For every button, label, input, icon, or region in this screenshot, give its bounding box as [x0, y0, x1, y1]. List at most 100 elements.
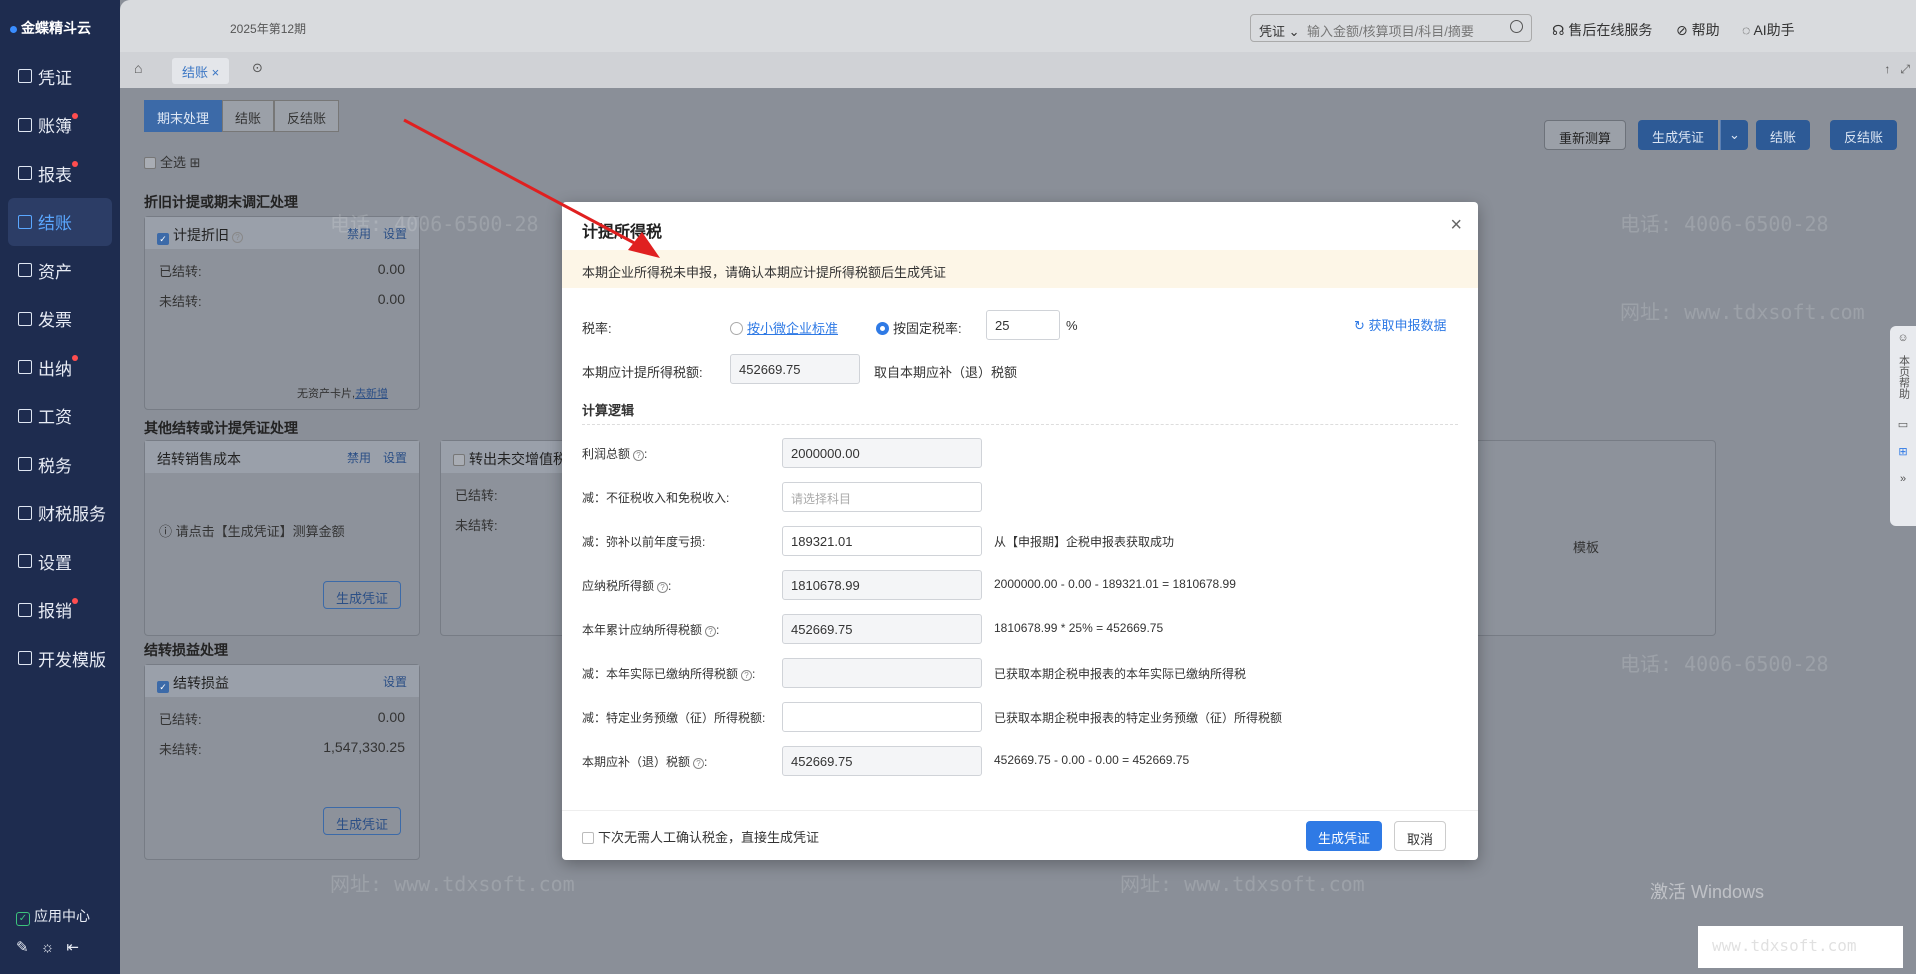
row-label-taxable: 应纳税所得额?:: [582, 579, 672, 593]
segment-close[interactable]: 结账: [222, 100, 275, 132]
undone-label: 未结转:: [159, 294, 202, 309]
tab-closing[interactable]: 结账 ×: [172, 58, 230, 84]
support-link[interactable]: ☊ 售后在线服务: [1552, 20, 1652, 40]
help-link[interactable]: ⊘ 帮助: [1676, 20, 1720, 40]
chat-icon[interactable]: ▭: [1890, 419, 1916, 432]
fetch-declaration-link[interactable]: ↻ 获取申报数据: [1354, 315, 1447, 334]
row-note-taxable: 2000000.00 - 0.00 - 189321.01 = 1810678.…: [994, 577, 1236, 591]
segment-period-end[interactable]: 期末处理: [144, 100, 223, 132]
voucher-icon: [18, 69, 32, 84]
sidebar-item-ledger[interactable]: 账簿: [0, 101, 120, 150]
add-asset-link[interactable]: 去新增: [355, 388, 388, 400]
sidebar-item-report[interactable]: 报表: [0, 149, 120, 198]
sidebar-item-tax[interactable]: 税务: [0, 440, 120, 489]
sidebar-item-reimburse[interactable]: 报销: [0, 586, 120, 635]
section-title-other: 其他结转或计提凭证处理: [144, 420, 298, 436]
ai-assistant-link[interactable]: ◌ AI助手: [1742, 20, 1795, 40]
right-help-dock[interactable]: ☺ 本页帮助 ▭ ⊞ »: [1890, 326, 1916, 526]
special-prepaid-field[interactable]: [782, 702, 982, 732]
reimburse-icon: [18, 602, 32, 617]
sidebar-item-closing[interactable]: 结账: [8, 197, 112, 246]
radio-small-enterprise[interactable]: 按小微企业标准: [730, 318, 838, 337]
row-label-annual-tax: 本年累计应纳所得税额?:: [582, 623, 720, 637]
profit-loss-checkbox[interactable]: ✓: [157, 681, 169, 693]
closing-segment: 期末处理 结账 反结账: [144, 100, 340, 132]
notification-dot: [72, 355, 78, 361]
search-type-select[interactable]: 凭证 ⌄: [1259, 21, 1300, 40]
theme-icon[interactable]: ☼: [41, 939, 67, 956]
skip-confirm-option[interactable]: 下次无需人工确认税金，直接生成凭证: [582, 827, 819, 846]
settings-link[interactable]: 设置: [383, 673, 407, 690]
recalculate-button[interactable]: 重新测算: [1544, 120, 1627, 150]
radio-icon[interactable]: [730, 322, 743, 335]
close-books-button[interactable]: 结账: [1756, 120, 1811, 150]
close-tab-icon[interactable]: ×: [212, 65, 220, 80]
chevron-down-icon[interactable]: ⌄: [1720, 120, 1748, 150]
expand-icon[interactable]: »: [1890, 473, 1916, 486]
generate-voucher-main-button[interactable]: 生成凭证: [1638, 120, 1719, 150]
sidebar-item-invoice[interactable]: 发票: [0, 295, 120, 344]
row-label-special-prepaid: 减：特定业务预缴（征）所得税额:: [582, 711, 766, 725]
rate-input[interactable]: 25: [986, 310, 1060, 340]
row-label-loss: 减：弥补以前年度亏损:: [582, 535, 706, 549]
collapse-icon[interactable]: ⇤: [66, 939, 91, 956]
watermark: 电话: 4006-6500-28: [1620, 652, 1829, 676]
segment-reverse-close[interactable]: 反结账: [274, 100, 340, 132]
accrue-value: 452669.75: [730, 354, 860, 384]
sidebar-item-voucher[interactable]: 凭证: [0, 52, 120, 101]
cashier-icon: [18, 360, 32, 375]
generate-voucher-button[interactable]: 生成凭证: [323, 581, 402, 609]
card-sales-cost: 结转销售成本 禁用 设置 ⓘ 请点击【生成凭证】测算金额 生成凭证: [144, 440, 420, 636]
row-note-special-prepaid: 已获取本期企税申报表的特定业务预缴（征）所得税额: [994, 711, 1283, 725]
sidebar-item-payroll[interactable]: 工资: [0, 392, 120, 441]
sidebar-item-cashier[interactable]: 出纳: [0, 343, 120, 392]
select-all[interactable]: 全选 ⊞: [144, 152, 201, 171]
ledger-icon: [18, 117, 32, 132]
settings-link[interactable]: 设置: [383, 449, 407, 466]
sidebar-item-assets[interactable]: 资产: [0, 246, 120, 295]
close-icon[interactable]: ×: [1450, 214, 1462, 237]
payroll-icon: [18, 408, 32, 423]
disable-link[interactable]: 禁用: [347, 449, 371, 466]
exempt-income-select[interactable]: 请选择科目: [782, 482, 982, 512]
undone-value: 1,547,330.25: [323, 739, 405, 755]
cancel-button[interactable]: 取消: [1394, 821, 1447, 851]
depreciation-checkbox[interactable]: ✓: [157, 233, 169, 245]
done-label: 已结转:: [455, 488, 498, 503]
global-search[interactable]: 凭证 ⌄ 输入金额/核算项目/科目/摘要: [1250, 14, 1532, 42]
prior-loss-field[interactable]: 189321.01: [782, 526, 982, 556]
generate-voucher-dialog-button[interactable]: 生成凭证: [1306, 821, 1383, 851]
tab-menu-icon[interactable]: ⊙: [252, 60, 263, 76]
report-icon: [18, 166, 32, 181]
pin-icon[interactable]: ↑: [1884, 62, 1890, 76]
radio-fixed-rate[interactable]: 按固定税率:: [876, 318, 962, 337]
grid-icon[interactable]: ⊞: [190, 155, 201, 170]
app-center-link[interactable]: ✓ 应用中心: [16, 906, 90, 926]
search-icon[interactable]: [1510, 20, 1523, 33]
info-icon: [18, 651, 32, 666]
skip-confirm-checkbox[interactable]: [582, 832, 594, 844]
assets-icon: [18, 263, 32, 278]
sidebar-item-settings[interactable]: 设置: [0, 537, 120, 586]
tabbar-tools: ↑ ⤢: [1884, 62, 1910, 77]
row-label-exempt: 减：不征税收入和免税收入:: [582, 491, 730, 505]
gear-icon: [18, 554, 32, 569]
row-label-payable: 本期应补（退）税额?:: [582, 755, 708, 769]
select-all-checkbox[interactable]: [144, 157, 156, 169]
search-input[interactable]: 输入金额/核算项目/科目/摘要: [1307, 21, 1507, 40]
accrue-note: 取自本期应补（退）税额: [874, 365, 1018, 380]
radio-selected-icon[interactable]: [876, 322, 889, 335]
sidebar-item-finance-service[interactable]: 财税服务: [0, 489, 120, 538]
sidebar-item-dev-template[interactable]: 开发模版: [0, 634, 120, 683]
generate-voucher-button[interactable]: 生成凭证: [323, 807, 402, 835]
edit-icon[interactable]: ✎: [16, 939, 41, 956]
card-template: 模板: [1460, 440, 1716, 636]
home-icon[interactable]: ⌂: [134, 60, 142, 76]
fullscreen-icon[interactable]: ⤢: [1900, 62, 1910, 76]
reverse-close-button[interactable]: 反结账: [1830, 120, 1898, 150]
vat-out-checkbox[interactable]: [453, 454, 465, 466]
watermark: 网址: www.tdxsoft.com: [1120, 872, 1365, 896]
notification-dot: [72, 112, 78, 119]
warning-banner: 本期企业所得税未申报，请确认本期应计提所得税额后生成凭证: [562, 250, 1478, 288]
gift-icon[interactable]: ⊞: [1890, 446, 1916, 459]
